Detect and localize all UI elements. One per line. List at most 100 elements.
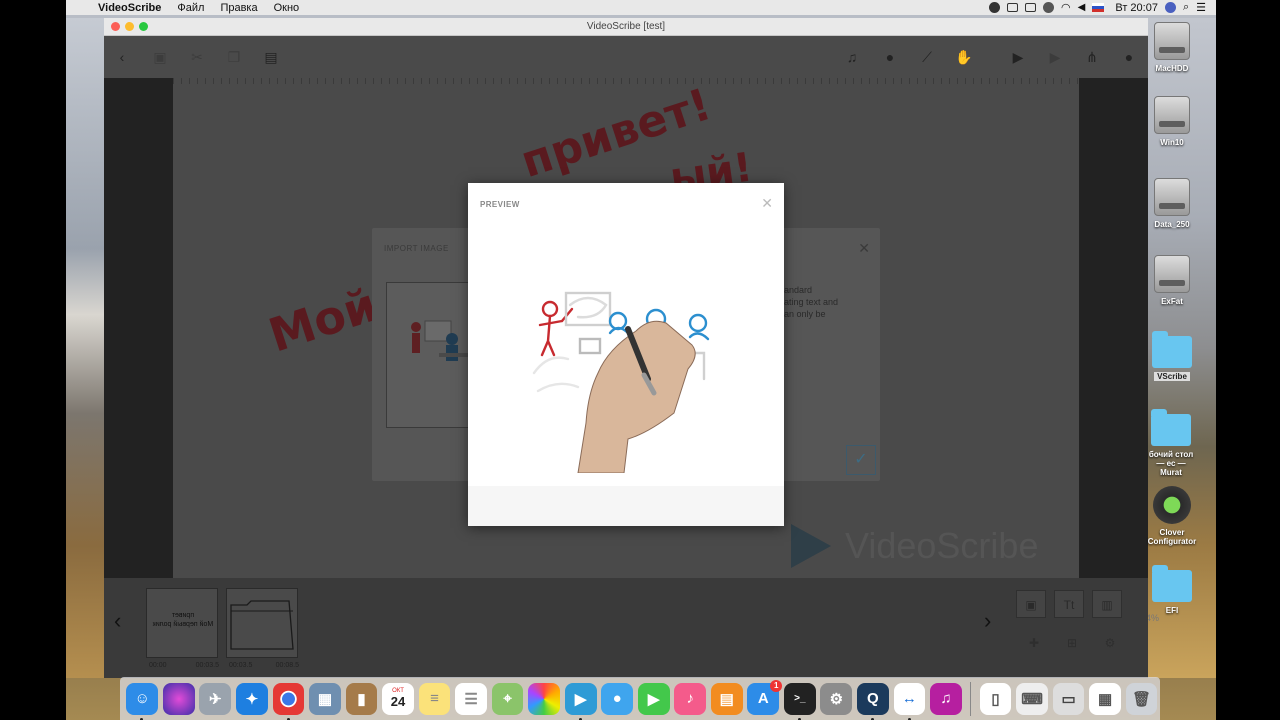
calendar-icon[interactable]: ОКТ 24 [382,682,414,715]
facetime-icon[interactable]: ▶ [637,682,670,715]
confirm-check-button[interactable]: ✓ [846,445,876,475]
spotlight-icon[interactable]: ⌕ [1183,1,1189,14]
main-toolbar: ‹ ▣ ✂ ❐ ▤ ♫ ● ⟋ ✋ ▶ ▶ ⋔ ● [104,36,1148,78]
system-preferences-icon[interactable]: ⚙ [820,682,853,715]
timeline-frame[interactable]: 00:03.5 00:08.5 [226,588,299,669]
teamviewer-dock-icon[interactable]: ↔ [893,682,926,720]
frame-text-1: привет [171,612,195,619]
clover-icon [1153,486,1191,524]
launchpad-icon[interactable]: ✈ [199,682,232,715]
notes-icon[interactable]: ≡ [418,682,451,715]
ibooks-icon[interactable]: ▤ [710,682,743,715]
copy-icon[interactable]: ❐ [224,47,244,67]
preview-dialog: PREVIEW ✕ [468,183,784,526]
terminal-icon[interactable]: >_ [783,682,816,720]
share-icon[interactable]: ⋔ [1082,47,1102,67]
desktop-icon-label: VScribe [1154,372,1190,381]
morph-icon[interactable]: ⊞ [1062,636,1082,654]
apple-menu-icon[interactable] [76,2,88,14]
minimize-window-button[interactable] [125,22,134,31]
settings-icon[interactable]: ⚙ [1100,636,1120,654]
canvas-text-moy[interactable]: Мой [262,277,383,362]
menu-edit[interactable]: Правка [220,2,257,14]
app-store-icon[interactable]: A1 [747,679,783,715]
maps-icon[interactable]: ⌖ [491,682,524,715]
preview-animation [528,283,728,474]
desktop-icon-data250[interactable]: Data_250 [1150,178,1194,229]
preview-app-icon[interactable]: ▦ [309,682,341,715]
canvas-ruler [173,78,1079,84]
safari-icon[interactable]: ✦ [235,682,268,715]
wifi-icon[interactable]: ◠ [1061,1,1071,14]
menu-clock[interactable]: Вт 20:07 [1115,2,1158,14]
input-language-flag-icon[interactable] [1092,3,1105,12]
siri-icon[interactable] [162,682,195,715]
desktop-icon-exfat[interactable]: ExFat [1150,255,1194,306]
volume-icon[interactable]: ◀ [1078,2,1086,13]
teamviewer-icon[interactable] [1025,3,1037,12]
finder-icon[interactable]: ☺ [126,682,159,720]
audacity-icon[interactable]: ♫ [930,682,962,715]
timeline-frame[interactable]: привет Мой первый ролик 00:00 00:03.5 [146,588,219,669]
save-icon[interactable]: ▣ [150,47,170,67]
add-text-button[interactable]: Tt [1054,590,1084,618]
trash-icon[interactable]: 🗑 [1125,682,1158,715]
zoom-window-button[interactable] [139,22,148,31]
back-icon[interactable]: ‹ [112,47,132,67]
desktop-icon-label: Clover Configurator [1147,528,1197,546]
add-chart-button[interactable]: ▥ [1092,590,1122,618]
close-icon[interactable]: ✕ [761,195,773,212]
app-menu[interactable]: VideoScribe [98,2,161,14]
timeline-prev-icon[interactable]: ‹ [114,608,121,634]
timeline-next-icon[interactable]: › [984,608,991,634]
menu-file[interactable]: Файл [177,2,204,14]
contacts-icon[interactable]: ▮ [345,682,378,715]
desktop-icon-desktop-folder[interactable]: бочий стол — ес — Murat [1146,409,1196,477]
brush-icon[interactable]: ⟋ [917,47,937,67]
keyboard-icon[interactable]: ⌨ [1016,682,1048,715]
desktop-icon-win10[interactable]: Win10 [1150,96,1194,147]
desktop-icon-label: Win10 [1160,138,1184,147]
vpn-icon[interactable] [1043,2,1055,13]
hand-drawing-illustration [532,291,710,474]
quicktime-icon[interactable]: Q [857,682,889,720]
import-image-thumbnail[interactable] [386,282,476,428]
close-window-button[interactable] [111,22,120,31]
menu-bar: VideoScribe Файл Правка Окно ◠ ◀ Вт 20:0… [66,0,1216,15]
frame-time-start: 00:00 [149,662,167,669]
microphone-icon[interactable]: ● [880,47,900,67]
frame-time-end: 00:08.5 [275,662,299,669]
messages-icon[interactable]: ● [601,682,634,715]
notification-center-icon[interactable]: ☰ [1196,1,1206,14]
spreadsheet-icon[interactable]: ▦ [1089,682,1121,715]
desktop-icon-vscribe[interactable]: VScribe [1150,331,1194,381]
screenshot-icon[interactable]: ▭ [1052,682,1085,715]
desktop-icon-clover[interactable]: Clover Configurator [1146,486,1198,546]
calendar-day: 24 [390,694,406,709]
itunes-icon[interactable]: ♪ [674,682,707,715]
preview-play-icon[interactable]: ▶ [1008,47,1028,67]
cut-icon[interactable]: ✂ [187,47,207,67]
reminders-icon[interactable]: ☰ [455,682,487,715]
camera-icon[interactable]: ✚ [1024,636,1044,654]
music-icon[interactable]: ♫ [842,47,862,67]
hand-icon[interactable]: ✋ [954,47,974,67]
desktop-icon-efi[interactable]: EFI [1150,565,1194,615]
menu-window[interactable]: Окно [274,2,300,14]
close-icon[interactable]: ✕ [858,240,870,257]
help-icon[interactable]: ● [1119,47,1139,67]
screen-mirror-icon[interactable] [1007,3,1019,12]
import-dialog-title: IMPORT IMAGE [384,244,449,253]
desktop-icon-machdd[interactable]: MacHDD [1150,22,1194,73]
photos-icon[interactable] [528,682,560,715]
chrome-icon[interactable] [272,682,305,720]
play-icon[interactable]: ▶ [1045,47,1065,67]
user-icon[interactable] [1164,2,1176,13]
document-icon[interactable]: ▯ [979,682,1012,715]
paste-icon[interactable]: ▤ [261,47,281,67]
record-icon[interactable] [989,2,1001,13]
add-image-button[interactable]: ▣ [1016,590,1046,618]
frame-time-end: 00:03.5 [195,662,219,669]
videoscribe-icon[interactable]: ▶ [564,682,597,720]
presentation-figure-image [411,320,469,361]
